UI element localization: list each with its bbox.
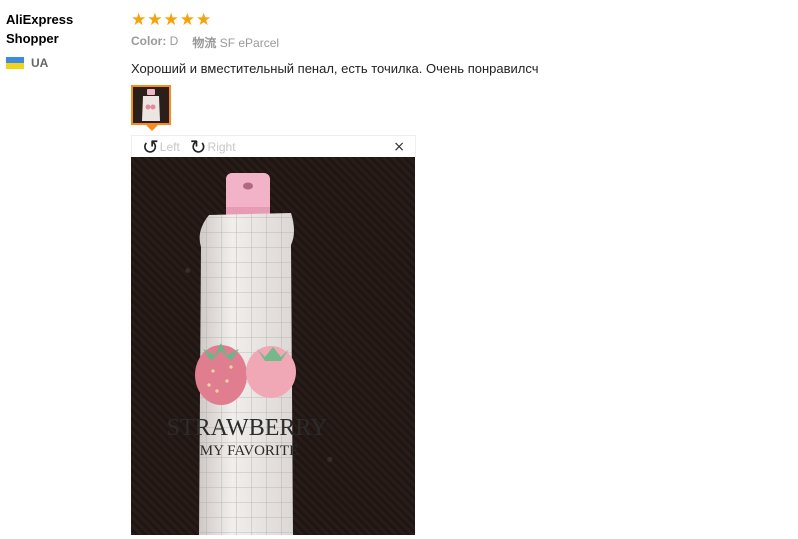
close-viewer-button[interactable]: ×: [393, 139, 405, 155]
color-info: Color: D: [131, 34, 178, 51]
color-label: Color:: [131, 34, 167, 48]
star-icon: ★: [163, 9, 179, 29]
product-photo: STRAWBERRY MY FAVORITE: [131, 157, 415, 535]
star-icon: ★: [179, 9, 195, 29]
order-info: Color: D 物流 SF eParcel: [131, 34, 781, 51]
ukraine-flag-icon: [6, 57, 24, 69]
viewer-toolbar: ↺ Left ↻ Right ×: [131, 135, 416, 157]
shipping-label: 物流: [192, 36, 217, 50]
photo-thumbnail[interactable]: [131, 85, 171, 125]
star-icon: ★: [131, 9, 147, 29]
thumbnail-image: [133, 87, 169, 123]
rotate-left-icon: ↺: [142, 134, 159, 159]
image-viewer: ↺ Left ↻ Right × STRAWBERRY MY FAVORITE: [131, 135, 416, 535]
rotate-left-button[interactable]: ↺ Left: [142, 134, 180, 159]
color-value: D: [169, 34, 179, 48]
strawberry-icon: [246, 346, 296, 398]
case-text-line2: MY FAVORITE: [200, 443, 298, 459]
star-icon: ★: [196, 9, 212, 29]
thumbnail-pointer: [146, 125, 158, 131]
review-text: Хороший и вместительный пенал, есть точи…: [131, 61, 539, 76]
star-icon: ★: [147, 9, 163, 29]
review-item: AliExpress Shopper UA ★ ★ ★ ★ ★ Color: D…: [0, 0, 798, 539]
shipping-info: 物流 SF eParcel: [192, 34, 279, 51]
country-code: UA: [31, 56, 49, 70]
case-text-line1: STRAWBERRY: [167, 415, 328, 441]
pencil-case-image: STRAWBERRY MY FAVORITE: [167, 173, 328, 535]
reviewer-name: AliExpress Shopper: [6, 12, 74, 46]
star-rating: ★ ★ ★ ★ ★: [131, 10, 781, 28]
reviewer-country: UA: [6, 56, 116, 70]
rotate-right-label: Right: [207, 139, 236, 154]
review-content: ★ ★ ★ ★ ★ Color: D 物流 SF eParcel Хороший…: [131, 10, 781, 77]
shipping-value: SF eParcel: [219, 36, 280, 50]
reviewer-info: AliExpress Shopper UA: [6, 10, 116, 70]
rotate-left-label: Left: [159, 139, 180, 154]
rotate-right-button[interactable]: ↻ Right: [189, 134, 236, 159]
rotate-right-icon: ↻: [189, 134, 207, 159]
